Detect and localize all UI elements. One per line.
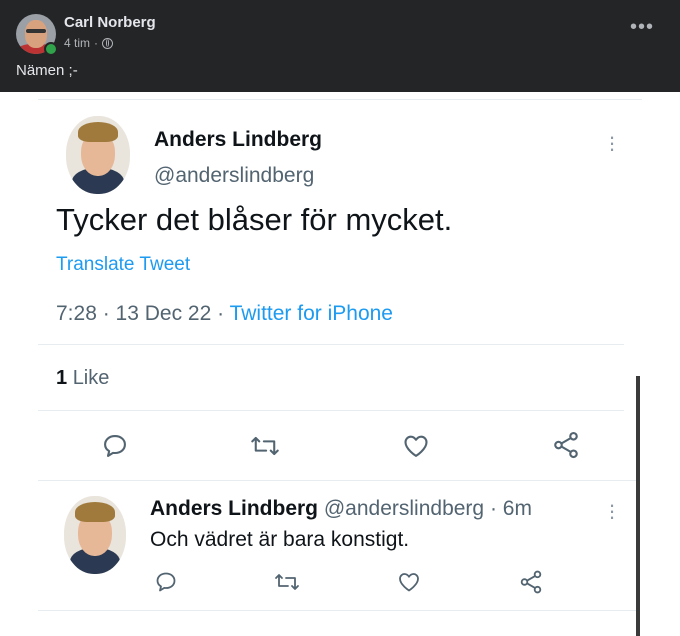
tweet-meta: 7:28 · 13 Dec 22 · Twitter for iPhone (56, 302, 393, 325)
tweet-date[interactable]: 13 Dec 22 (116, 302, 212, 325)
tweet-source[interactable]: Twitter for iPhone (230, 302, 393, 325)
post-time[interactable]: 4 tim (64, 36, 90, 50)
scrollbar[interactable] (636, 376, 640, 636)
share-icon[interactable] (551, 430, 581, 460)
reply-icon[interactable] (154, 570, 178, 594)
divider (38, 410, 624, 411)
like-icon[interactable] (396, 570, 422, 594)
likes-number: 1 (56, 367, 68, 389)
reply-text: Och vädret är bara konstigt. (150, 528, 410, 551)
translate-tweet-link[interactable]: Translate Tweet (56, 254, 190, 276)
meta-separator: · (94, 36, 99, 50)
tweet-author-name[interactable]: Anders Lindberg (154, 128, 322, 152)
retweet-icon[interactable] (274, 570, 300, 594)
reply-author-name[interactable]: Anders Lindberg (150, 497, 318, 520)
share-icon[interactable] (518, 569, 544, 595)
post-meta: 4 tim · (64, 36, 114, 50)
tweet-author-handle[interactable]: @anderslindberg (154, 164, 314, 188)
retweet-icon[interactable] (250, 432, 280, 460)
tweet-text: Tycker det blåser för mycket. (56, 202, 453, 237)
online-status-dot (44, 42, 58, 56)
reply-separator: · (489, 497, 497, 520)
divider (38, 99, 642, 100)
reply-author-avatar[interactable] (64, 496, 126, 574)
reply-header: Anders Lindberg @anderslindberg · 6m (150, 497, 532, 521)
tweet-screenshot: Anders Lindberg @anderslindberg · · · Tyck… (0, 92, 680, 636)
globe-icon (102, 37, 114, 49)
likes-count[interactable]: 1 Like (56, 367, 109, 390)
reply-icon[interactable] (101, 432, 129, 460)
more-horizontal-icon[interactable]: ••• (630, 17, 654, 37)
tweet-author-avatar[interactable] (66, 116, 130, 194)
reply-more-vertical-icon[interactable]: · · · (608, 494, 616, 528)
post-caption: Nämen ;- (16, 62, 78, 79)
divider (38, 480, 636, 481)
tweet-time[interactable]: 7:28 (56, 302, 97, 325)
author-name[interactable]: Carl Norberg (64, 14, 156, 31)
facebook-post-header: Carl Norberg 4 tim · ••• Nämen ;- (0, 0, 680, 92)
divider (38, 610, 636, 611)
more-vertical-icon[interactable]: · · · (608, 126, 616, 160)
reply-author-handle[interactable]: @anderslindberg (324, 497, 484, 520)
divider (38, 344, 624, 345)
reply-age[interactable]: 6m (503, 497, 532, 520)
like-icon[interactable] (401, 432, 431, 460)
likes-label: Like (72, 367, 110, 389)
